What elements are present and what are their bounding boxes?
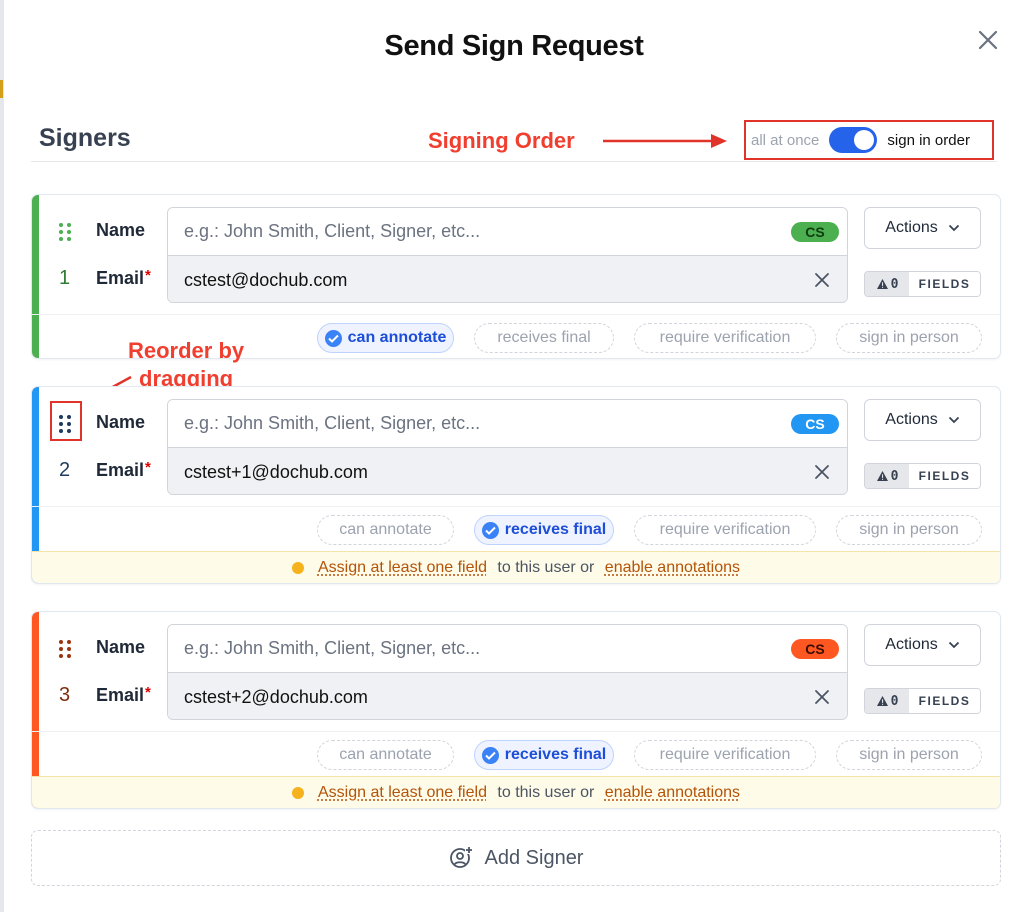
option-sign-in-person[interactable]: sign in person — [836, 740, 982, 770]
signer-fields: CS — [167, 624, 848, 720]
fields-button[interactable]: FIELDS — [909, 464, 980, 488]
modal-title: Send Sign Request — [384, 30, 644, 62]
actions-dropdown-button[interactable]: Actions — [864, 207, 981, 249]
signer-number: 2 — [59, 459, 71, 481]
actions-dropdown-button[interactable]: Actions — [864, 399, 981, 441]
fields-button[interactable]: FIELDS — [909, 272, 980, 296]
signer-card-2: Name 2 Email* CS Actions 0 FIELDS can an… — [31, 386, 1001, 584]
warning-triangle-icon — [876, 471, 888, 481]
all-at-once-label[interactable]: all at once — [751, 132, 819, 149]
enable-annotations-link[interactable]: enable annotations — [605, 784, 740, 802]
field-count-badge: 0 — [865, 272, 909, 296]
enable-annotations-link[interactable]: enable annotations — [605, 559, 740, 577]
check-circle-icon — [324, 329, 342, 347]
signer-fields: CS — [167, 399, 848, 495]
name-input[interactable] — [168, 208, 847, 256]
warning-dot-icon — [291, 561, 304, 574]
option-can-annotate[interactable]: can annotate — [317, 740, 454, 770]
email-input[interactable] — [168, 448, 847, 494]
option-can-annotate[interactable]: can annotate — [317, 323, 454, 353]
option-receives-final[interactable]: receives final — [474, 323, 614, 353]
field-count-badge: 0 — [865, 464, 909, 488]
name-label: Name — [96, 637, 146, 657]
chevron-down-icon — [948, 416, 959, 424]
clear-email-icon[interactable] — [813, 463, 831, 481]
option-require-verification[interactable]: require verification — [634, 515, 816, 545]
email-input[interactable] — [168, 256, 847, 302]
clear-email-icon[interactable] — [813, 688, 831, 706]
close-icon[interactable] — [976, 28, 1000, 52]
actions-dropdown-button[interactable]: Actions — [864, 624, 981, 666]
drag-handle-icon[interactable] — [59, 640, 73, 658]
signer-options: can annotate receives final require veri… — [32, 506, 1000, 551]
signer-card-1: Name 1 Email* CS Actions 0 FIELDS can an… — [31, 194, 1001, 359]
name-input[interactable] — [168, 400, 847, 448]
actions-label: Actions — [885, 411, 938, 428]
signer-options: can annotate receives final require veri… — [32, 731, 1000, 776]
check-circle-icon — [481, 746, 499, 764]
annotation-reorder: Reorder by dragging — [128, 338, 245, 391]
warning-text: to this user or — [492, 558, 599, 576]
signers-title: Signers — [39, 124, 131, 152]
initials-badge: CS — [791, 222, 839, 242]
annotation-signing-order: Signing Order — [428, 128, 575, 153]
field-count-badge: 0 — [865, 689, 909, 713]
email-input[interactable] — [168, 673, 847, 719]
name-label: Name — [96, 220, 146, 240]
option-require-verification[interactable]: require verification — [634, 323, 816, 353]
actions-label: Actions — [885, 636, 938, 653]
option-require-verification[interactable]: require verification — [634, 740, 816, 770]
initials-badge: CS — [791, 414, 839, 434]
signer-fields: CS — [167, 207, 848, 303]
actions-label: Actions — [885, 219, 938, 236]
annotation-arrow-right-icon — [603, 134, 727, 148]
option-sign-in-person[interactable]: sign in person — [836, 515, 982, 545]
fields-button[interactable]: FIELDS — [909, 689, 980, 713]
signing-order-toggle[interactable] — [829, 127, 878, 153]
fields-group: 0 FIELDS — [864, 688, 981, 714]
add-user-icon — [449, 846, 473, 868]
email-label: Email* — [96, 459, 151, 480]
name-input[interactable] — [168, 625, 847, 673]
field-warning: Assign at least one field to this user o… — [32, 551, 1000, 583]
signing-order-toggle-group: all at once sign in order — [744, 120, 994, 160]
signers-header: Signers Signing Order all at once sign i… — [31, 112, 997, 162]
warning-dot-icon — [291, 786, 304, 799]
drag-handle-icon[interactable] — [59, 223, 73, 241]
signer-number: 3 — [59, 684, 71, 706]
check-circle-icon — [481, 521, 499, 539]
assign-field-link[interactable]: Assign at least one field — [318, 784, 487, 802]
field-warning: Assign at least one field to this user o… — [32, 776, 1000, 808]
fields-group: 0 FIELDS — [864, 463, 981, 489]
drag-handle-icon[interactable] — [59, 415, 73, 433]
assign-field-link[interactable]: Assign at least one field — [318, 559, 487, 577]
clear-email-icon[interactable] — [813, 271, 831, 289]
fields-group: 0 FIELDS — [864, 271, 981, 297]
option-sign-in-person[interactable]: sign in person — [836, 323, 982, 353]
name-label: Name — [96, 412, 146, 432]
option-receives-final[interactable]: receives final — [474, 740, 614, 770]
send-sign-request-modal: Send Sign Request Signers Signing Order … — [3, 0, 1024, 912]
email-label: Email* — [96, 267, 151, 288]
signer-card-3: Name 3 Email* CS Actions 0 FIELDS can an… — [31, 611, 1001, 809]
warning-text: to this user or — [492, 783, 599, 801]
add-signer-label: Add Signer — [484, 846, 584, 869]
warning-triangle-icon — [876, 279, 888, 289]
email-label: Email* — [96, 684, 151, 705]
signer-number: 1 — [59, 267, 71, 289]
add-signer-button[interactable]: Add Signer — [31, 830, 1001, 886]
chevron-down-icon — [948, 224, 959, 232]
toggle-knob — [854, 130, 875, 150]
sign-in-order-label[interactable]: sign in order — [887, 132, 970, 149]
chevron-down-icon — [948, 641, 959, 649]
initials-badge: CS — [791, 639, 839, 659]
warning-triangle-icon — [876, 696, 888, 706]
option-receives-final[interactable]: receives final — [474, 515, 614, 545]
option-can-annotate[interactable]: can annotate — [317, 515, 454, 545]
